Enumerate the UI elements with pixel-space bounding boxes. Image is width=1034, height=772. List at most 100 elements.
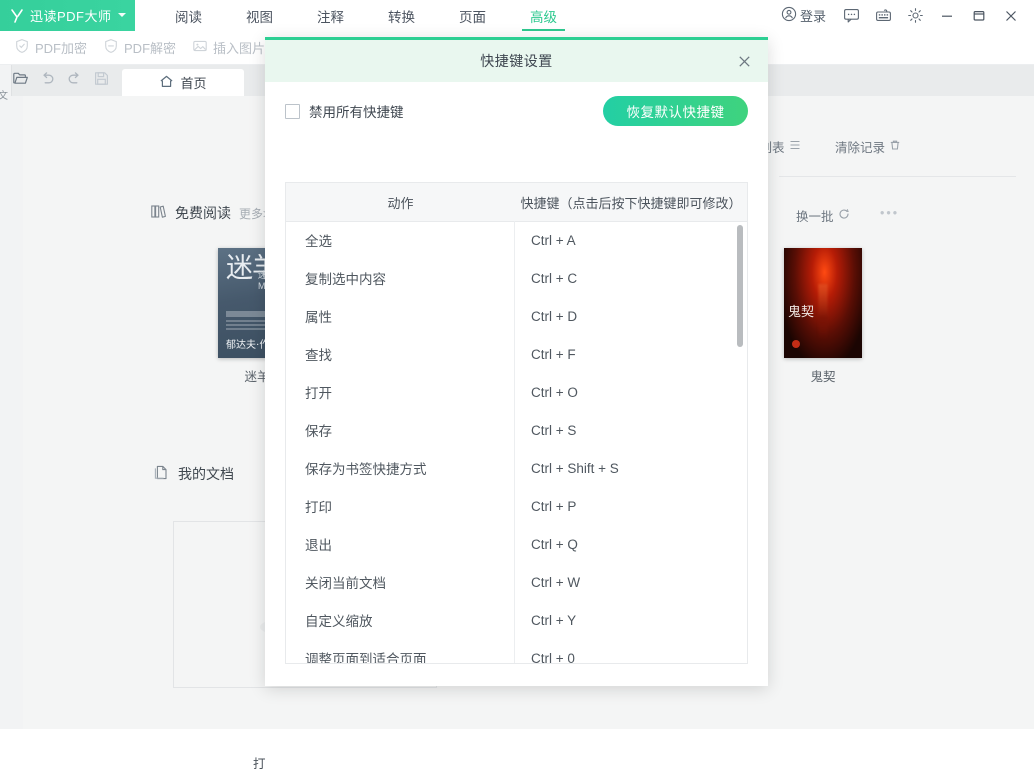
quick-access-toolbar xyxy=(0,70,122,96)
menu-item-view[interactable]: 视图 xyxy=(224,0,295,31)
pdf-encrypt-button[interactable]: PDF加密 xyxy=(14,38,87,57)
shield-check-icon xyxy=(14,38,30,57)
menu-label: 阅读 xyxy=(175,6,202,26)
cell-shortcut[interactable]: Ctrl + Q xyxy=(515,525,747,563)
table-row[interactable]: 全选 Ctrl + A xyxy=(286,221,747,259)
table-body[interactable]: 全选 Ctrl + A 复制选中内容 Ctrl + C 属性 Ctrl + D … xyxy=(286,221,747,663)
login-label: 登录 xyxy=(800,6,826,25)
refresh-icon xyxy=(838,208,850,223)
dialog-header: 快捷键设置 xyxy=(265,40,768,82)
cell-shortcut[interactable]: Ctrl + W xyxy=(515,563,747,601)
left-rail-text: 文 xyxy=(0,87,8,102)
clear-records-label: 清除记录 xyxy=(835,137,885,156)
table-row[interactable]: 调整页面到适合页面 Ctrl + 0 xyxy=(286,639,747,663)
dialog-title: 快捷键设置 xyxy=(480,51,553,71)
maximize-button[interactable] xyxy=(964,1,994,31)
feedback-button[interactable] xyxy=(836,1,866,31)
list-icon xyxy=(789,139,801,154)
table-row[interactable]: 保存为书签快捷方式 Ctrl + Shift + S xyxy=(286,449,747,487)
cell-shortcut[interactable]: Ctrl + F xyxy=(515,335,747,373)
table-row[interactable]: 自定义缩放 Ctrl + Y xyxy=(286,601,747,639)
divider xyxy=(779,176,1016,177)
pdf-decrypt-button[interactable]: PDF解密 xyxy=(103,38,176,57)
keyboard-shortcut-button[interactable] xyxy=(868,1,898,31)
table-row[interactable]: 关闭当前文档 Ctrl + W xyxy=(286,563,747,601)
book-cover: 鬼契 xyxy=(784,248,862,358)
free-reading-header: 免费阅读 更多> xyxy=(150,203,270,223)
menu-item-advanced[interactable]: 高级 xyxy=(508,0,579,31)
maximize-icon xyxy=(971,8,987,24)
table-row[interactable]: 属性 Ctrl + D xyxy=(286,297,747,335)
cell-shortcut[interactable]: Ctrl + 0 xyxy=(515,639,747,663)
free-reading-overflow-button[interactable]: ••• xyxy=(880,206,899,220)
ribbon-label: 插入图片 xyxy=(213,38,265,57)
user-circle-icon xyxy=(781,6,797,25)
cell-action: 属性 xyxy=(286,297,515,335)
close-button[interactable] xyxy=(996,1,1026,31)
dialog-close-button[interactable] xyxy=(730,47,758,75)
application-window: 迅读PDF大师 阅读 视图 注释 转换 页面 高级 登录 xyxy=(0,0,1034,729)
table-row[interactable]: 查找 Ctrl + F xyxy=(286,335,747,373)
menu-item-annotate[interactable]: 注释 xyxy=(295,0,366,31)
checkbox-box[interactable] xyxy=(285,104,300,119)
ribbon-label: PDF解密 xyxy=(124,38,176,57)
disable-all-shortcuts-checkbox[interactable]: 禁用所有快捷键 xyxy=(285,101,404,121)
menu-item-page[interactable]: 页面 xyxy=(437,0,508,31)
shield-minus-icon xyxy=(103,38,119,57)
cell-shortcut[interactable]: Ctrl + P xyxy=(515,487,747,525)
clear-records-button[interactable]: 清除记录 xyxy=(835,137,901,156)
restore-defaults-button[interactable]: 恢复默认快捷键 xyxy=(603,96,748,126)
cell-shortcut[interactable]: Ctrl + O xyxy=(515,373,747,411)
table-row[interactable]: 打开 Ctrl + O xyxy=(286,373,747,411)
table-row[interactable]: 保存 Ctrl + S xyxy=(286,411,747,449)
table-scrollbar-thumb[interactable] xyxy=(737,225,743,347)
redo-icon[interactable] xyxy=(66,70,83,90)
cell-shortcut[interactable]: Ctrl + C xyxy=(515,259,747,297)
table-row[interactable]: 复制选中内容 Ctrl + C xyxy=(286,259,747,297)
login-button[interactable]: 登录 xyxy=(781,6,832,25)
dialog-body: 禁用所有快捷键 恢复默认快捷键 动作 快捷键（点击后按下快捷键即可修改） 全选 … xyxy=(265,82,768,686)
comment-icon xyxy=(843,7,860,24)
open-folder-icon[interactable] xyxy=(12,70,29,90)
cell-shortcut[interactable]: Ctrl + A xyxy=(515,221,747,259)
minimize-button[interactable] xyxy=(932,1,962,31)
cell-action: 自定义缩放 xyxy=(286,601,515,639)
cell-action: 保存 xyxy=(286,411,515,449)
refresh-batch-button[interactable]: 换一批 xyxy=(796,206,850,225)
menu-item-convert[interactable]: 转换 xyxy=(366,0,437,31)
window-controls: 登录 xyxy=(781,0,1034,31)
save-icon[interactable] xyxy=(93,70,110,90)
cover-seal xyxy=(792,340,800,348)
gear-icon xyxy=(907,7,924,24)
home-icon xyxy=(159,74,174,92)
table-row[interactable]: 打印 Ctrl + P xyxy=(286,487,747,525)
cell-action: 打开 xyxy=(286,373,515,411)
book-card[interactable]: 鬼契 鬼契 xyxy=(784,248,862,358)
close-icon xyxy=(736,53,753,70)
app-logo-icon xyxy=(9,8,25,24)
refresh-batch-label: 换一批 xyxy=(796,206,834,225)
chevron-down-icon[interactable] xyxy=(118,13,126,17)
cell-shortcut[interactable]: Ctrl + Shift + S xyxy=(515,449,747,487)
menu-item-read[interactable]: 阅读 xyxy=(153,0,224,31)
cell-shortcut[interactable]: Ctrl + S xyxy=(515,411,747,449)
close-icon xyxy=(1003,8,1019,24)
cell-action: 保存为书签快捷方式 xyxy=(286,449,515,487)
cell-action: 复制选中内容 xyxy=(286,259,515,297)
brand-button[interactable]: 迅读PDF大师 xyxy=(0,0,135,31)
shortcuts-table: 动作 快捷键（点击后按下快捷键即可修改） 全选 Ctrl + A 复制选中内容 … xyxy=(285,182,748,664)
cell-action: 退出 xyxy=(286,525,515,563)
cell-shortcut[interactable]: Ctrl + Y xyxy=(515,601,747,639)
table-row[interactable]: 退出 Ctrl + Q xyxy=(286,525,747,563)
undo-icon[interactable] xyxy=(39,70,56,90)
settings-button[interactable] xyxy=(900,1,930,31)
menu-label: 页面 xyxy=(459,6,486,26)
keyboard-icon xyxy=(875,7,892,24)
insert-image-button[interactable]: 插入图片 xyxy=(192,38,265,57)
cell-action: 打印 xyxy=(286,487,515,525)
image-icon xyxy=(192,38,208,57)
tab-home[interactable]: 首页 xyxy=(122,69,244,96)
trash-icon xyxy=(889,139,901,154)
menu-label: 注释 xyxy=(317,6,344,26)
cell-shortcut[interactable]: Ctrl + D xyxy=(515,297,747,335)
